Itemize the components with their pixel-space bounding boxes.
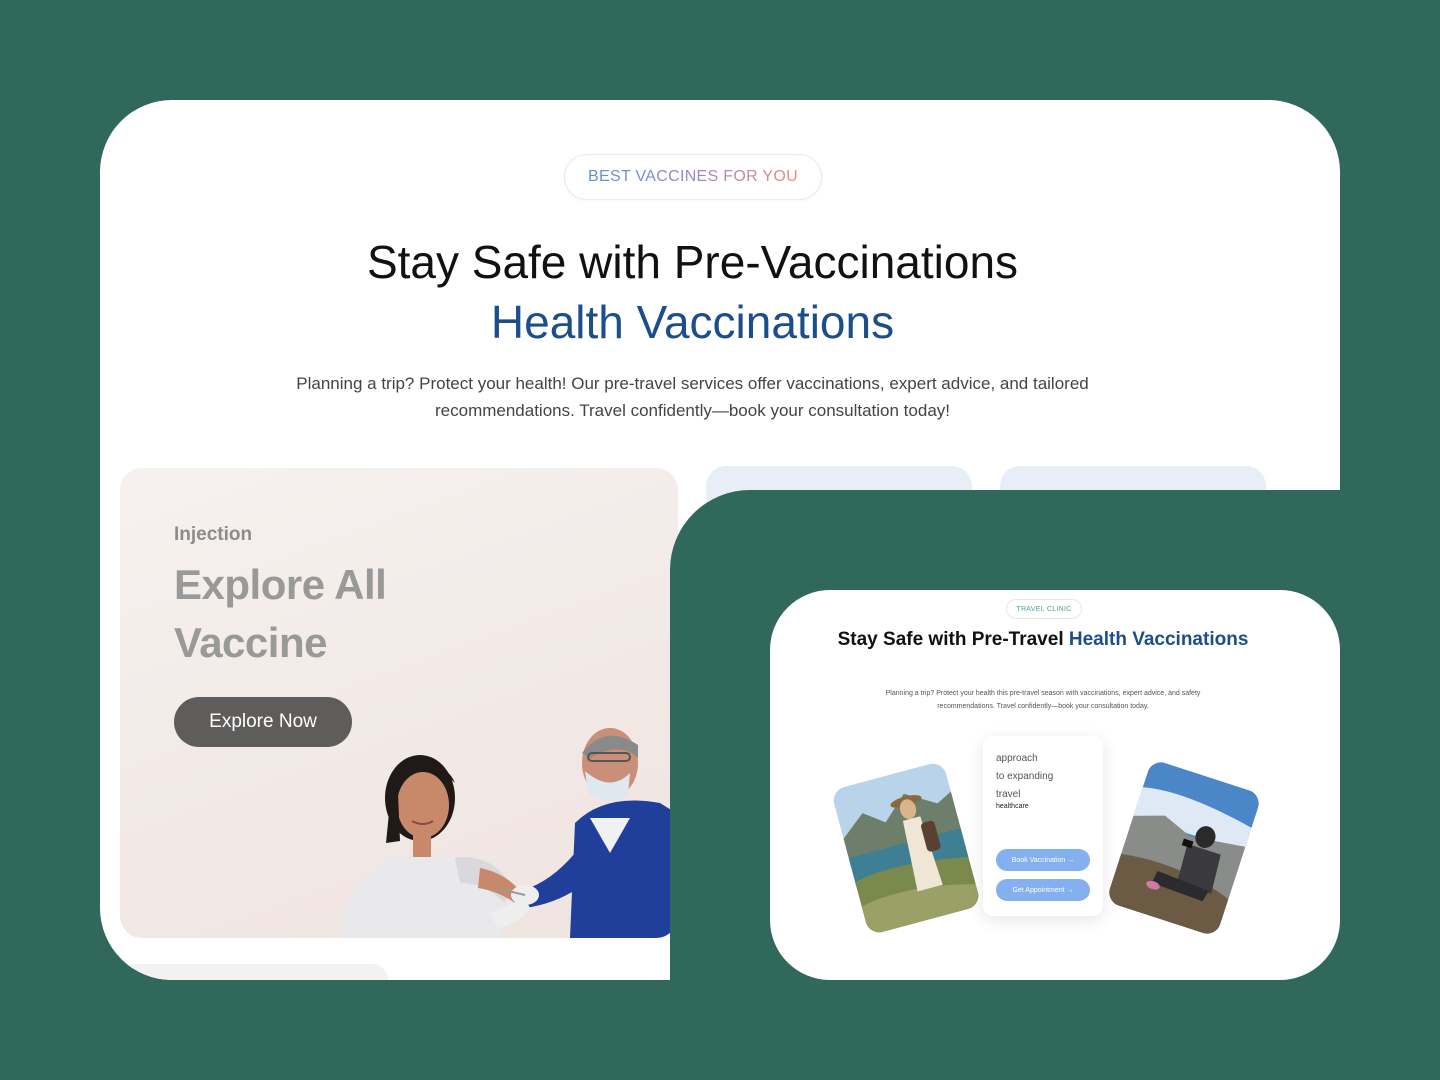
explore-card: Injection Explore All Vaccine Explore No… (120, 468, 678, 938)
doctor-figure (490, 728, 678, 938)
hero-description: Planning a trip? Protect your health! Ou… (296, 374, 1089, 420)
explore-title-line2: Vaccine (174, 619, 327, 666)
explore-eyebrow: Injection (174, 524, 253, 545)
secondary-title-part1: Stay Safe with Pre-Travel (837, 629, 1069, 650)
hero-title-line1: Stay Safe with Pre-Vaccinations (366, 236, 1019, 288)
booking-line-1: approach (996, 753, 1038, 764)
booking-line-3: travel (996, 789, 1021, 800)
secondary-description: Planning a trip? Protect your health thi… (885, 690, 1201, 710)
booking-card: approach to expanding travel healthcare … (983, 736, 1103, 916)
hero-title-accent: Health Vaccinations (490, 296, 895, 348)
secondary-card: TRAVEL CLINIC Stay Safe with Pre-Travel … (770, 590, 1340, 980)
vaccination-illustration (340, 728, 678, 938)
secondary-title-accent: Health Vaccinations (1068, 629, 1249, 650)
traveler-photo-right (1105, 758, 1263, 938)
booking-card-text: approach to expanding travel (996, 750, 1053, 804)
badge: BEST VACCINES FOR YOU (564, 154, 822, 200)
booking-small-label: healthcare (996, 803, 1029, 810)
explore-title-line1: Explore All (174, 561, 387, 608)
next-section-card (120, 964, 388, 980)
mountain-lake-photo (830, 760, 982, 936)
badge-label: BEST VACCINES FOR YOU (588, 168, 798, 185)
mountain-hiker-photo (1105, 758, 1263, 938)
travel-clinic-tag: TRAVEL CLINIC (1006, 599, 1082, 619)
traveler-photo-left (830, 760, 982, 936)
explore-title: Explore All Vaccine (174, 556, 387, 672)
get-appointment-button[interactable]: Get Appointment → (996, 879, 1090, 901)
book-vaccination-button[interactable]: Book Vaccination → (996, 849, 1090, 871)
secondary-title: Stay Safe with Pre-Travel Health Vaccina… (770, 626, 1316, 653)
patient-figure (340, 755, 520, 938)
hero-title: Stay Safe with Pre-Vaccinations Health V… (100, 232, 1285, 352)
booking-line-2: to expanding (996, 771, 1054, 782)
